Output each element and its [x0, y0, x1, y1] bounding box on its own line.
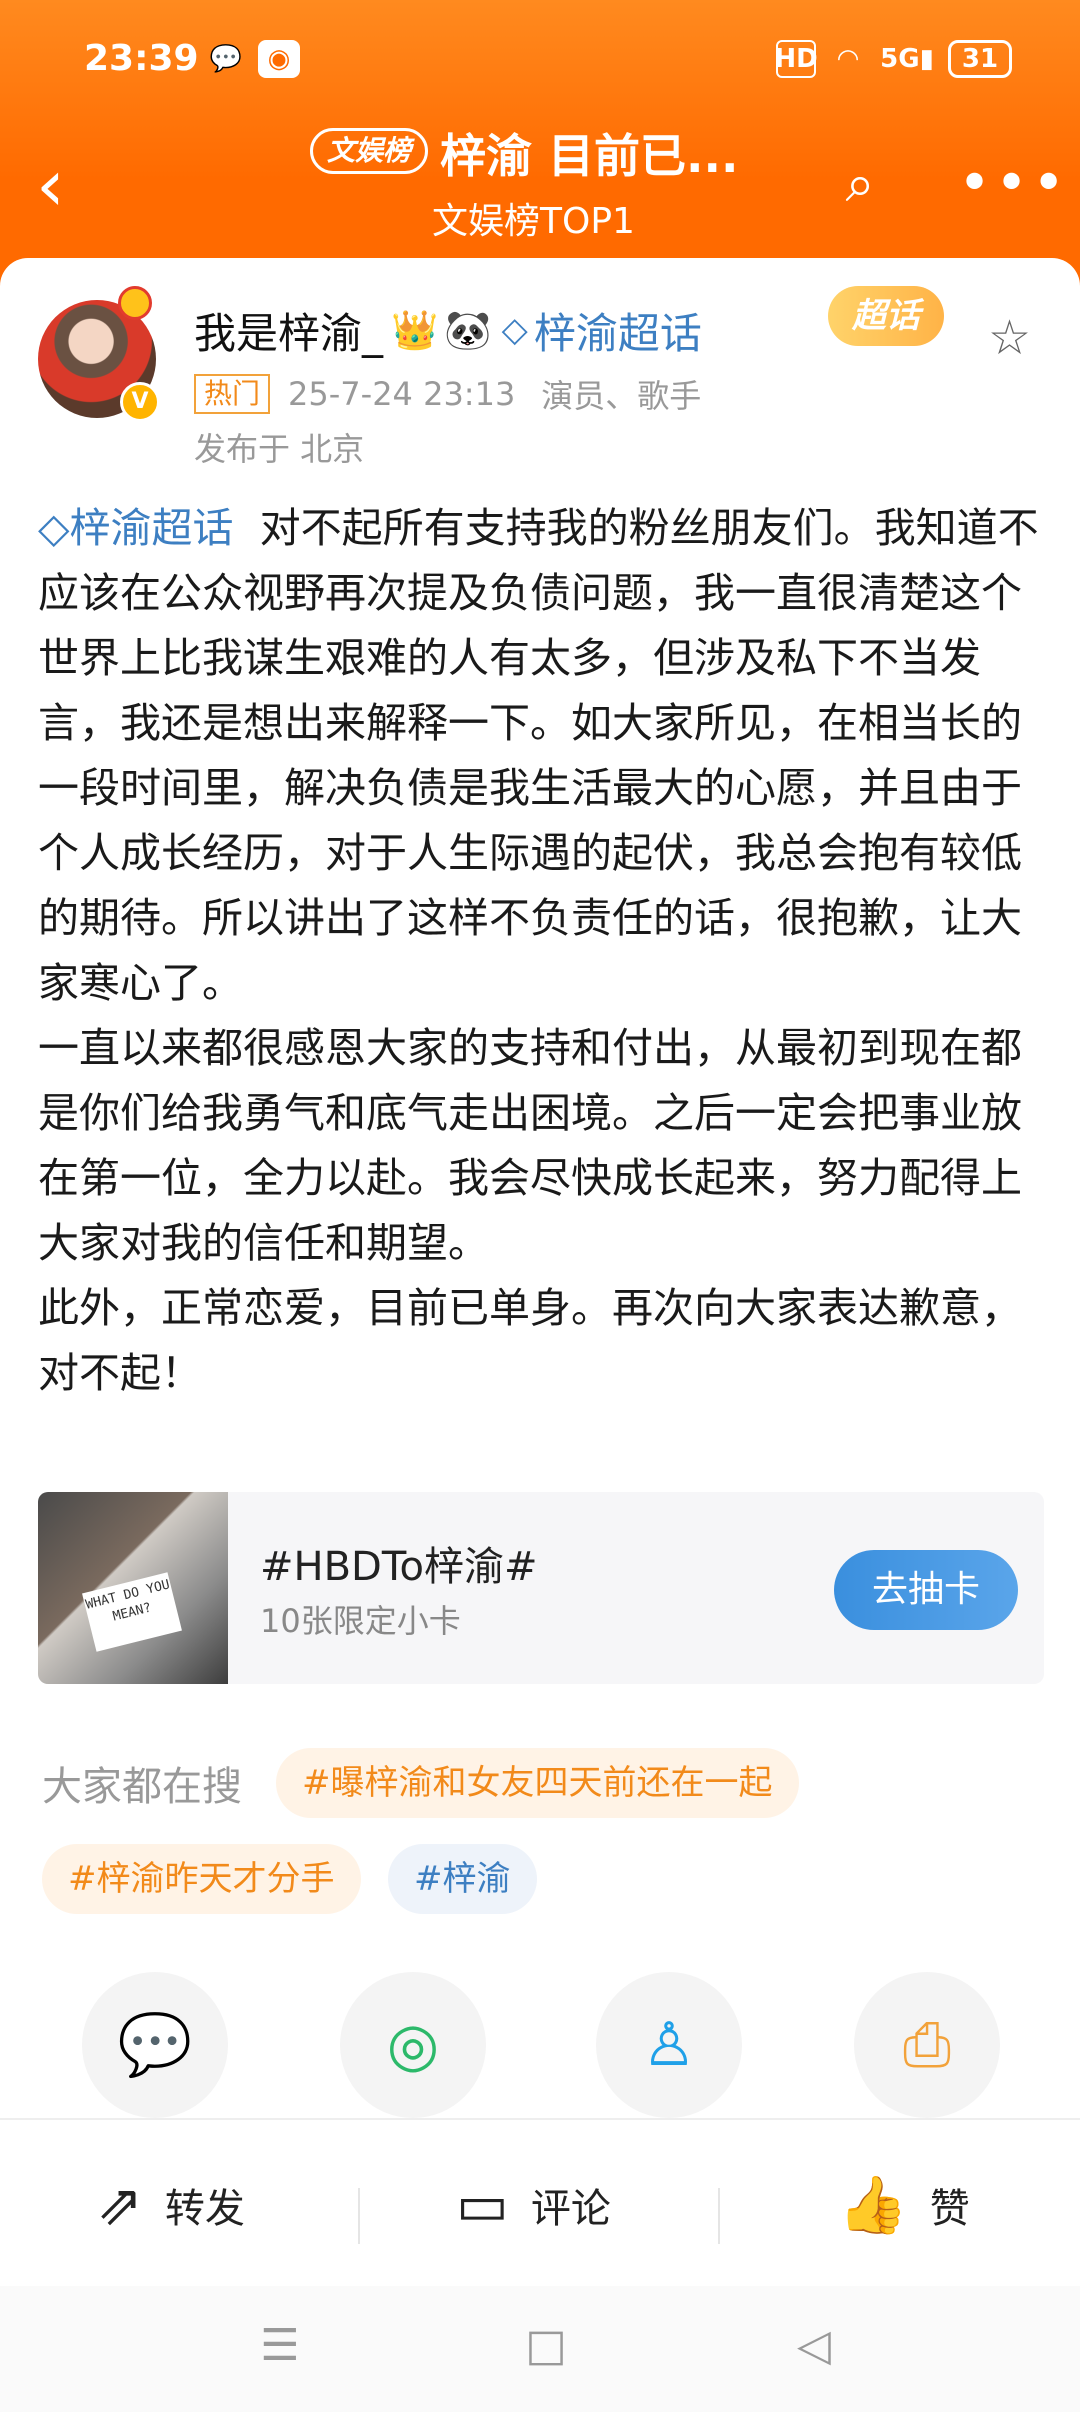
post-paragraph-2: 一直以来都很感恩大家的支持和付出，从最初到现在都是你们给我勇气和底气走出困境。之… — [38, 1024, 1022, 1267]
comment-label: 评论 — [530, 2186, 611, 2232]
star-icon[interactable]: ☆ — [988, 310, 1031, 366]
search-chip[interactable]: #曝梓渝和女友四天前还在一起 — [276, 1748, 799, 1818]
draw-card-button[interactable]: 去抽卡 — [834, 1550, 1018, 1630]
divider — [718, 2188, 720, 2244]
post-body: ◇梓渝超话 对不起所有支持我的粉丝朋友们。我知道不应该在公众视野再次提及负债问题… — [38, 496, 1048, 1406]
user-tags: 演员、歌手 — [541, 377, 702, 415]
thumbs-up-icon: 👍 — [838, 2173, 908, 2238]
supertopic-link[interactable]: 梓渝超话 — [534, 300, 702, 361]
repost-icon: ⇗ — [96, 2172, 143, 2238]
signal-label: 5G — [880, 44, 920, 74]
post-paragraph-1: ◇梓渝超话 对不起所有支持我的粉丝朋友们。我知道不应该在公众视野再次提及负债问题… — [38, 496, 1048, 1016]
back-triangle-icon[interactable]: ◁ — [784, 2316, 844, 2376]
username[interactable]: 我是梓渝_ — [194, 300, 383, 361]
post-meta: 热门 25-7-24 23:13 演员、歌手 — [194, 372, 701, 416]
comment-icon: ▭ — [456, 2172, 509, 2238]
body-supertopic-link[interactable]: 梓渝超话 — [70, 504, 234, 552]
supertopic-badge[interactable]: 超话 — [828, 286, 944, 346]
user-row: 我是梓渝_ 👑 🐼 ◇ 梓渝超话 — [194, 300, 702, 360]
search-chip[interactable]: #梓渝 — [388, 1844, 537, 1914]
divider — [358, 2188, 360, 2244]
weibo-notification-icon: ◉ — [258, 40, 300, 78]
back-button[interactable]: ‹ — [36, 149, 96, 230]
comment-button[interactable]: ▭ 评论 — [456, 2170, 611, 2240]
avatar-medal-icon — [118, 286, 152, 320]
action-bar: ⇗ 转发 ▭ 评论 👍 赞 — [0, 2118, 1080, 2286]
post-location: 发布于 北京 — [194, 430, 365, 468]
page-subtitle[interactable]: 文娱榜TOP1 — [432, 192, 635, 244]
menu-icon[interactable]: ☰ — [250, 2316, 310, 2376]
list-tag: 文娱榜 — [310, 128, 429, 174]
diamond-icon: ◇ — [501, 310, 528, 350]
status-bar: 23:39 💬 ◉ HD ◠ 5G ▮ 31 — [0, 0, 1080, 120]
hd-icon: HD — [774, 40, 818, 78]
search-icon[interactable]: ⌕ — [820, 144, 900, 224]
system-nav-bar: ☰ □ ◁ — [0, 2286, 1080, 2412]
repost-label: 转发 — [164, 2186, 245, 2232]
wechat-notification-icon: 💬 — [209, 44, 243, 74]
verified-icon: V — [120, 382, 160, 422]
post-time: 25-7-24 23:13 — [288, 375, 516, 413]
signal-icon: 5G ▮ — [880, 44, 934, 74]
post-paragraph-3: 此外，正常恋爱，目前已单身。再次向大家表达歉意，对不起！ — [38, 1284, 1022, 1397]
share-wechat-icon[interactable]: 💬 — [82, 1972, 228, 2118]
promo-subtitle: 10张限定小卡 — [260, 1602, 461, 1640]
body-text-1: 对不起所有支持我的粉丝朋友们。我知道不应该在公众视野再次提及负债问题，我一直很清… — [38, 504, 1039, 1007]
repost-button[interactable]: ⇗ 转发 — [96, 2170, 245, 2240]
hot-badge: 热门 — [194, 374, 271, 414]
search-suggestions-label: 大家都在搜 — [42, 1764, 242, 1810]
more-icon[interactable]: ••• — [958, 144, 1065, 224]
promo-card[interactable]: WHAT DO YOU MEAN? #HBDTo梓渝# 10张限定小卡 去抽卡 — [38, 1492, 1044, 1684]
like-button[interactable]: 👍 赞 — [838, 2170, 970, 2240]
home-icon[interactable]: □ — [516, 2316, 576, 2376]
panda-icon: 🐼 — [444, 307, 492, 352]
save-image-icon[interactable]: ⎙ — [854, 1972, 1000, 2118]
share-moments-icon[interactable]: ◎ — [340, 1972, 486, 2118]
diamond-icon: ◇ — [38, 504, 70, 552]
page-title: 梓渝 目前已... — [440, 129, 739, 183]
crown-icon: 👑 — [391, 307, 439, 352]
promo-title: #HBDTo梓渝# — [260, 1544, 538, 1590]
battery-icon: 31 — [948, 40, 1012, 78]
status-time: 23:39 — [84, 38, 199, 79]
like-label: 赞 — [929, 2186, 970, 2232]
search-chip[interactable]: #梓渝昨天才分手 — [42, 1844, 361, 1914]
wifi-icon: ◠ — [836, 44, 860, 74]
share-qq-icon[interactable]: ♙ — [596, 1972, 742, 2118]
top-nav: ‹ 文娱榜 梓渝 目前已... 文娱榜TOP1 ⌕ ••• — [0, 120, 1080, 270]
